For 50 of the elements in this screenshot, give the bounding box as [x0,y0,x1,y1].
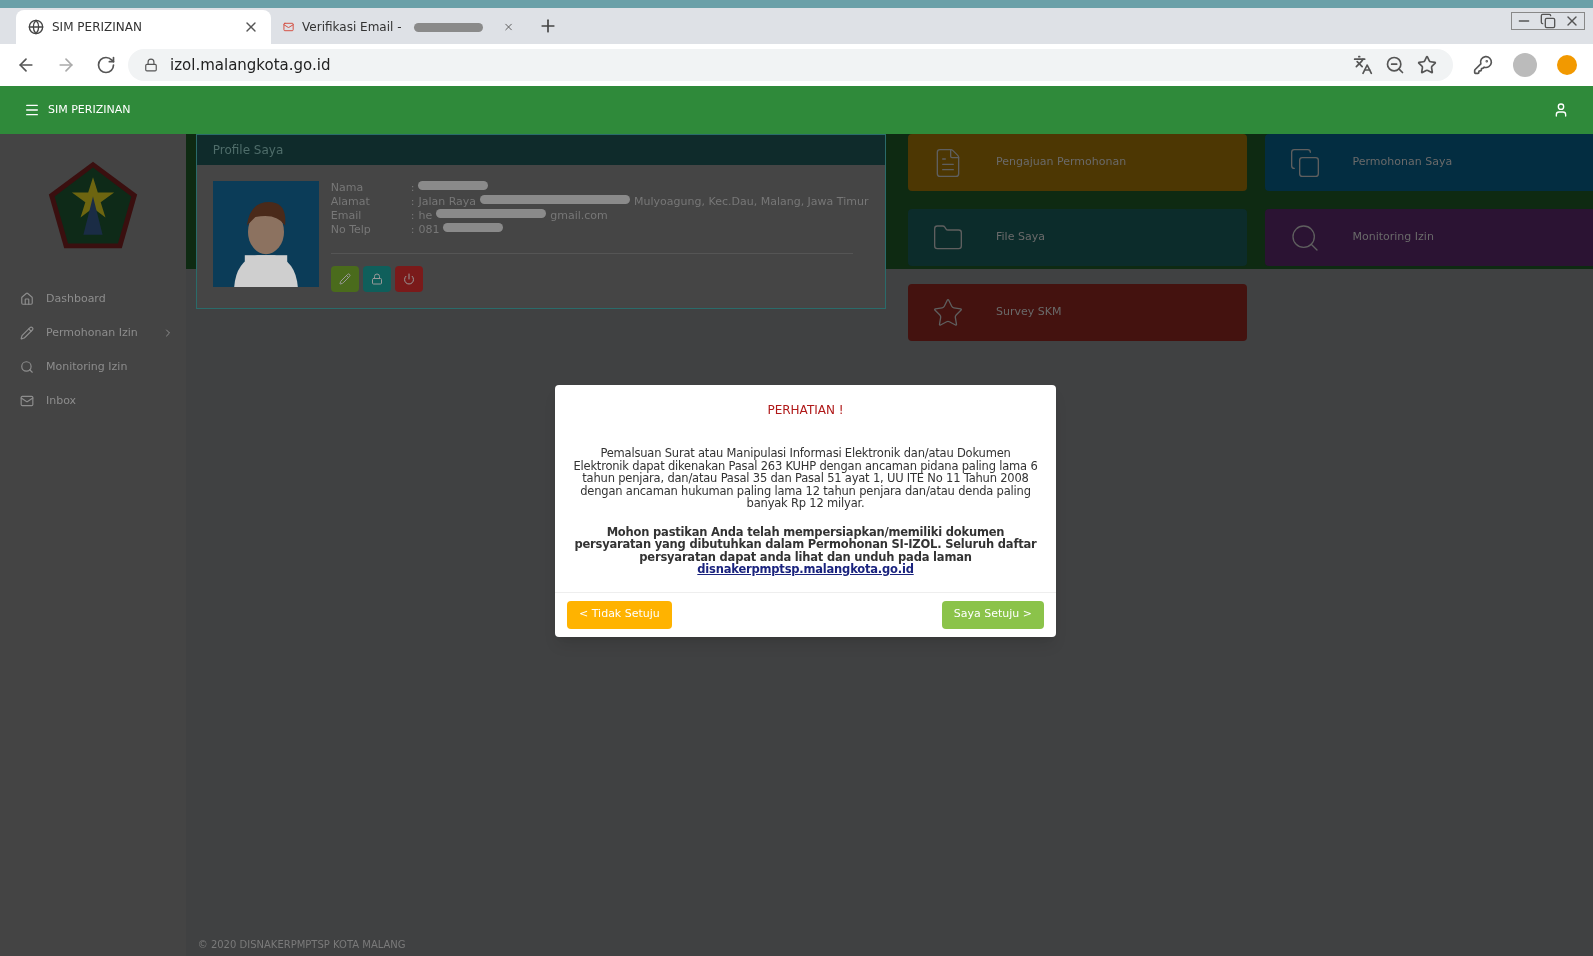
redacted-blur [443,223,504,232]
dashboard-tile[interactable]: Monitoring Izin [1264,209,1593,266]
redacted-blur [418,181,489,190]
globe-icon [28,19,44,35]
reload-icon[interactable] [96,55,116,75]
tab-title: SIM PERIZINAN [52,19,142,36]
notice-paragraph: Mohon pastikan Anda telah mempersiapkan/memiliki dokumen persyaratan yang dibutuhkan dalam Permohonan SI-IZOL. Seluruh daftar persyaratan dapat anda lihat dan unduh pada laman disnakerpmptsp.malangkota.go.id [573,525,1038,576]
documents-icon [1288,146,1321,179]
field-separator: : [410,223,415,237]
app-title: SIM PERIZINAN [48,101,131,118]
lock-button[interactable] [362,266,391,292]
browser-tab[interactable]: SIM PERIZINAN [16,10,271,44]
agree-button[interactable]: Saya Setuju > [941,600,1044,629]
dashboard-tile[interactable]: Permohonan Saya [1264,134,1593,191]
dashboard-tile[interactable]: Pengajuan Permohonan [908,134,1247,191]
website-link[interactable]: disnakerpmptsp.malangkota.go.id [697,562,914,576]
bookmark-star-icon[interactable] [1417,55,1437,75]
dashboard-tile[interactable]: File Saya [908,209,1247,266]
edit-button[interactable] [330,266,359,292]
star-icon [932,296,964,329]
search-icon [20,360,34,374]
edit-icon [338,273,351,285]
field-separator: : [410,181,415,195]
dashboard-tile[interactable]: Survey SKM [908,284,1247,341]
field-separator: : [410,195,415,209]
sidebar-item[interactable]: Permohonan Izin [0,316,186,350]
address-bar[interactable]: izol.malangkota.go.id [128,49,1453,81]
card-title: Profile Saya [212,142,284,159]
sidebar-item[interactable]: Monitoring Izin [0,350,186,384]
tab-title: Verifikasi Email - [302,19,402,36]
lock-icon [144,58,158,72]
warning-paragraph: Pemalsuan Surat atau Manipulasi Informasi Elektronik dan/atau Dokumen Elektronik dapat dikenakan Pasal 263 KUHP dengan ancaman pidana paling lama 6 tahun penjara, dan/atau Pasal 35 dan Pasal 51 ayat 1, UU ITE No 11 Tahun 2008 dengan ancaman hukuman paling lama 12 tahun penjara dan/atau denda paling banyak Rp 12 milyar. [572,447,1039,510]
menu-icon[interactable] [24,102,40,118]
sidebar-item[interactable]: Inbox [0,384,186,418]
dialog-title: PERHATIAN ! [767,402,844,419]
key-icon[interactable] [1473,55,1493,75]
footer-text: © 2020 DISNAKERPMPTSP KOTA MALANG [196,938,407,952]
field-separator: : [410,209,415,223]
power-icon [402,273,415,285]
mail-icon [20,394,34,408]
sidebar-item[interactable]: Dashboard [0,282,186,316]
disagree-button[interactable]: < Tidak Setuju [567,600,672,629]
lock-icon [370,273,383,285]
redacted-blur [413,22,483,32]
pencil-icon [20,326,34,340]
translate-icon[interactable] [1353,55,1373,75]
home-icon [20,292,34,306]
zoom-out-icon[interactable] [1385,55,1405,75]
user-icon[interactable] [1553,102,1569,118]
browser-tab[interactable]: Verifikasi Email - [271,10,526,44]
